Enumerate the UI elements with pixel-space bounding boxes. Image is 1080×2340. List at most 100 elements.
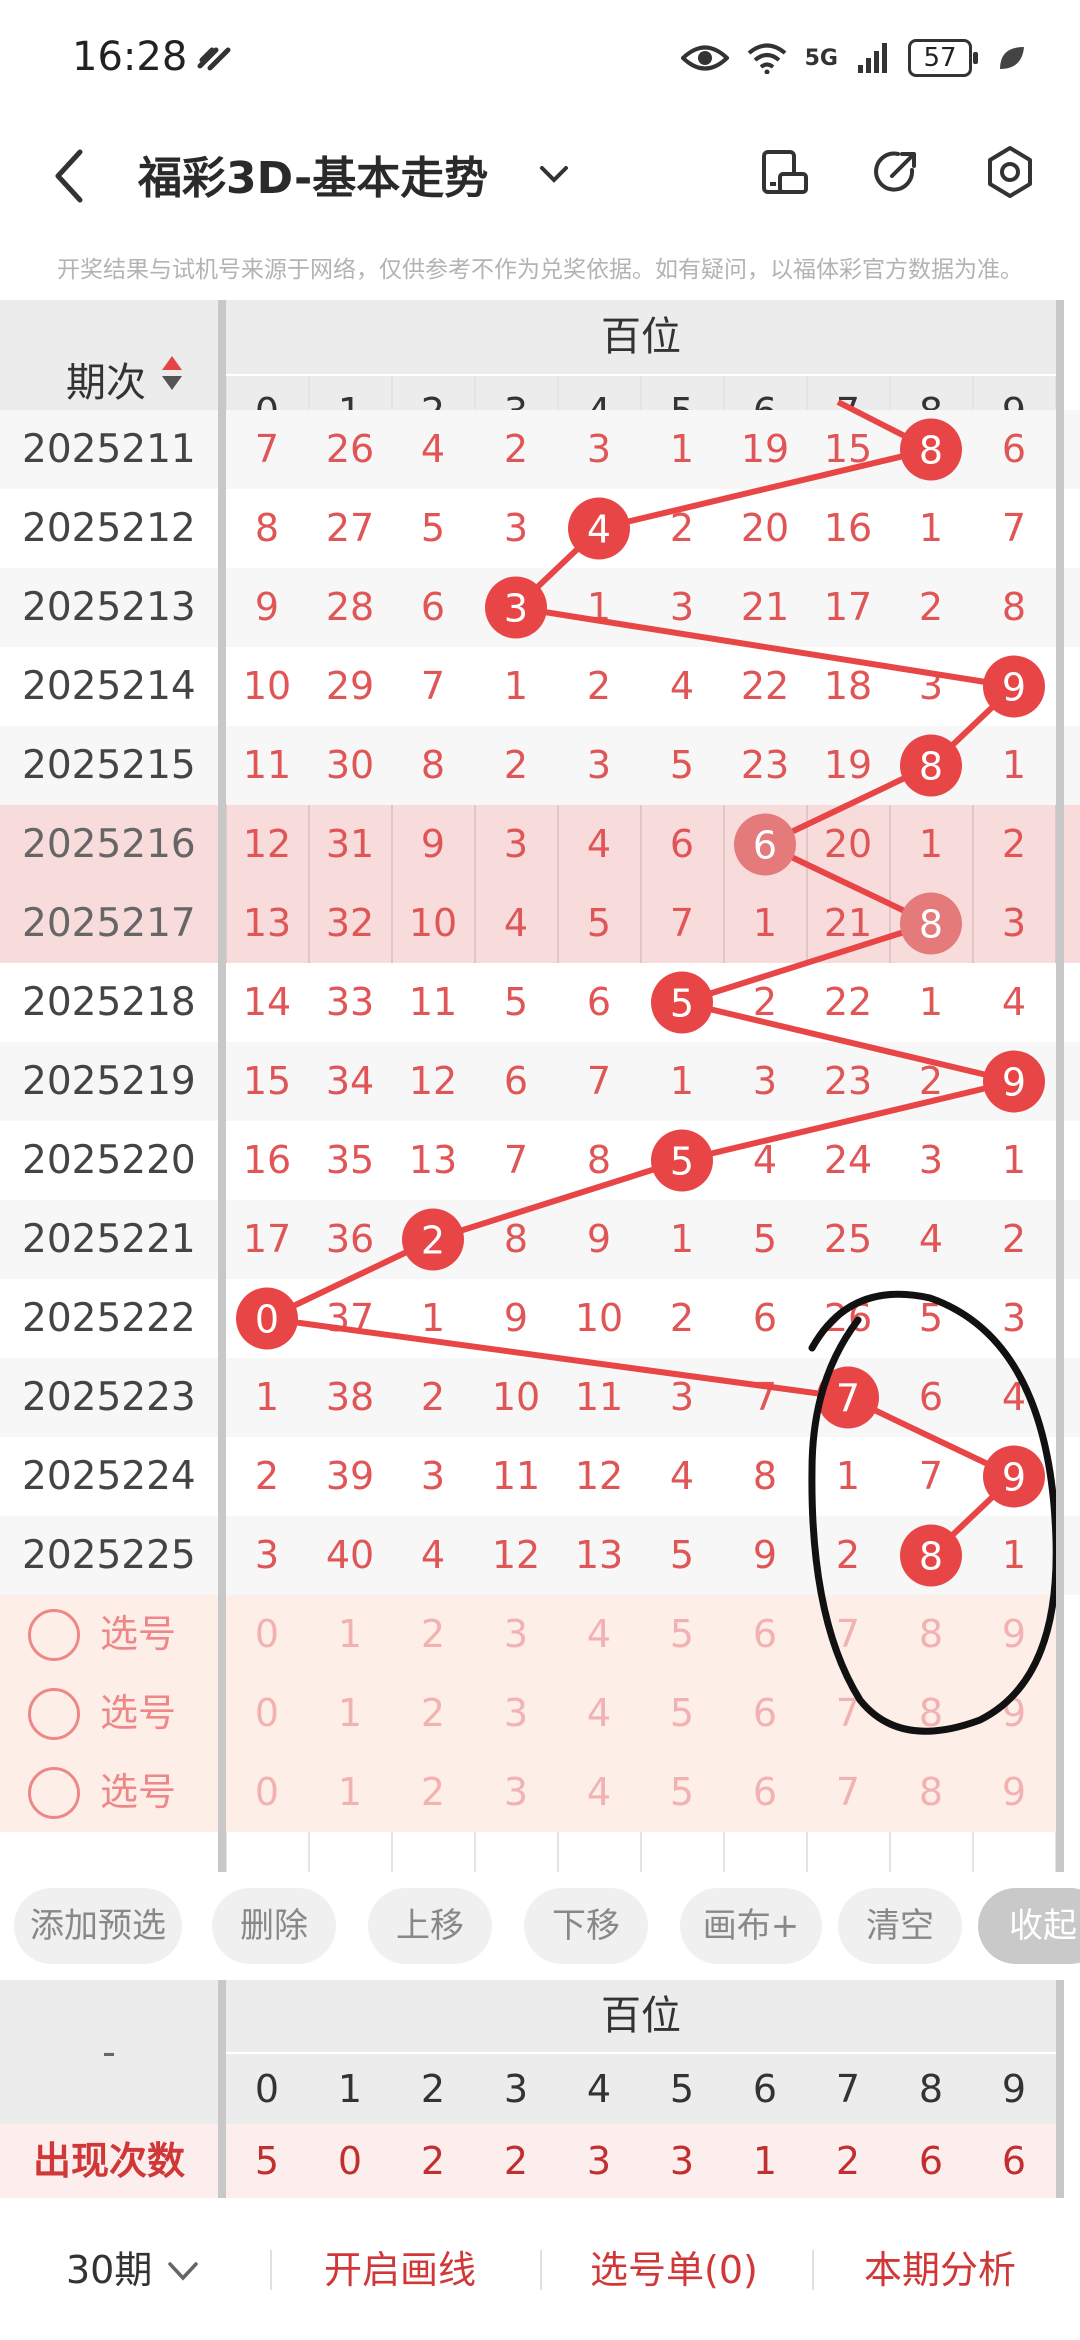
omission-cell: 27 [325,506,375,550]
pick-digit-2[interactable]: 2 [392,1674,474,1753]
stats-digit-8: 8 [918,2067,944,2111]
omission-cell: 7 [752,1375,778,1419]
table-row[interactable]: 20252139286313211728 [0,568,1080,647]
stats-digit-header-row: 0 1 2 3 4 5 6 7 8 9 [226,2054,1056,2124]
pick-digit-4[interactable]: 4 [558,1753,640,1832]
pick-digit-8[interactable]: 8 [890,1753,972,1832]
pick-digit-0[interactable]: 0 [226,1674,308,1753]
pick-digit-4[interactable]: 4 [558,1595,640,1674]
omission-cell: 15 [242,1059,292,1103]
omission-cell: 1 [918,980,944,1024]
omission-cell: 9 [420,822,446,866]
pick-digit-9[interactable]: 9 [973,1674,1055,1753]
omission-cell: 11 [574,1375,624,1419]
collapse-button[interactable]: 收起 [978,1888,1080,1964]
stats-digit-5: 5 [669,2067,695,2111]
pick-digit-1[interactable]: 1 [309,1595,391,1674]
pick-label: 选号 [100,1612,177,1656]
hundreds-section-header: 百位 [226,300,1056,374]
pick-digit-6[interactable]: 6 [724,1595,806,1674]
clear-button[interactable]: 清空 [838,1888,962,1964]
pick-digit-0[interactable]: 0 [226,1595,308,1674]
pick-digit-1[interactable]: 1 [309,1674,391,1753]
table-row[interactable]: 202521814331156522214 [0,963,1080,1042]
pick-list-button[interactable]: 选号单(0) [590,2200,758,2340]
add-preset-button[interactable]: 添加预选 [14,1888,182,1964]
period-analysis-button[interactable]: 本期分析 [864,2200,1016,2340]
table-row[interactable]: 2025211 7 26 4 2 3 1 19 15 86 [0,410,1080,489]
pick-digit-3[interactable]: 3 [475,1595,557,1674]
omission-cell: 1 [420,1296,446,1340]
table-row[interactable]: 2025212 8 27 5 342 20 16 1 7 [0,489,1080,568]
omission-cell: 5 [586,901,612,945]
pick-digit-9[interactable]: 9 [973,1595,1055,1674]
table-row[interactable]: 2025220 16 35 13 7 854 24 3 1 [0,1121,1080,1200]
pick-row[interactable]: 选号 0 1 2 3 4 5 6 7 8 9 [0,1595,1056,1674]
table-row[interactable]: 2025219 15 34 12 6 7 1 3 23 29 [0,1042,1080,1121]
table-row[interactable]: 20252220371910262653 [0,1279,1080,1358]
table-row[interactable]: 2025217 13 32 10 4 5 7 1 21 83 [0,884,1080,963]
pick-digit-6[interactable]: 6 [724,1674,806,1753]
canvas-plus-button[interactable]: 画布+ [680,1888,822,1964]
chevron-down-icon[interactable] [166,2258,200,2284]
pick-digit-7[interactable]: 7 [807,1753,889,1832]
pick-radio-icon[interactable] [28,1767,80,1819]
pick-digit-3[interactable]: 3 [475,1753,557,1832]
pick-digit-8[interactable]: 8 [890,1674,972,1753]
period-number: 2025213 [22,585,196,630]
omission-cell: 7 [503,1138,529,1182]
table-row[interactable]: 2025225 3 40 4 12 13 5 9 281 [0,1516,1080,1595]
pick-digit-2[interactable]: 2 [392,1595,474,1674]
page-title[interactable]: 福彩3D-基本走势 [138,142,488,206]
table-row[interactable]: 20252161231934662012 [0,805,1080,884]
pick-row[interactable]: 选号 0 1 2 3 4 5 6 7 8 9 [0,1753,1056,1832]
pick-digit-5[interactable]: 5 [641,1595,723,1674]
omission-cell: 3 [503,506,529,550]
omission-cell: 2 [503,743,529,787]
omission-cell: 4 [752,1138,778,1182]
draw-lines-button[interactable]: 开启画线 [324,2200,476,2340]
network-type: 5G [804,45,838,71]
pick-digit-9[interactable]: 9 [973,1753,1055,1832]
share-icon[interactable] [868,144,924,200]
table-row[interactable]: 20252211736289152542 [0,1200,1080,1279]
table-row[interactable]: 2025224 2 39 3 11 12 4 8 1 79 [0,1437,1080,1516]
table-row[interactable]: 202521511308235231981 [0,726,1080,805]
hit-cell: 8 [890,410,972,489]
table-row[interactable]: 2025214 10 29 7 1 2 4 22 18 39 [0,647,1080,726]
omission-cell: 3 [420,1454,446,1498]
omission-cell: 8 [752,1454,778,1498]
pick-digit-5[interactable]: 5 [641,1753,723,1832]
omission-cell: 35 [325,1138,375,1182]
move-down-button[interactable]: 下移 [524,1888,648,1964]
hit-cell: 9 [973,647,1055,726]
pick-digit-4[interactable]: 4 [558,1674,640,1753]
omission-cell: 23 [740,743,790,787]
period-count-selector[interactable]: 30期 [66,2200,152,2340]
pick-digit-5[interactable]: 5 [641,1674,723,1753]
screen-rotate-icon[interactable] [756,144,812,200]
pick-digit-0[interactable]: 0 [226,1753,308,1832]
pick-radio-icon[interactable] [28,1609,80,1661]
pick-digit-3[interactable]: 3 [475,1674,557,1753]
settings-hexagon-icon[interactable] [982,144,1038,200]
pick-digit-7[interactable]: 7 [807,1595,889,1674]
period-number: 2025216 [22,822,196,867]
move-up-button[interactable]: 上移 [368,1888,492,1964]
pick-digit-6[interactable]: 6 [724,1753,806,1832]
divider [270,2250,272,2290]
pick-digit-1[interactable]: 1 [309,1753,391,1832]
sort-asc-icon [162,356,182,370]
pick-row[interactable]: 选号 0 1 2 3 4 5 6 7 8 9 [0,1674,1056,1753]
delete-button[interactable]: 删除 [212,1888,336,1964]
pick-digit-7[interactable]: 7 [807,1674,889,1753]
pick-radio-icon[interactable] [28,1688,80,1740]
back-arrow-icon[interactable] [48,146,92,206]
pick-digit-2[interactable]: 2 [392,1753,474,1832]
omission-cell: 1 [835,1454,861,1498]
occurrence-count-row: 5 0 2 2 3 3 1 2 6 6 [226,2124,1056,2198]
chevron-down-icon[interactable] [536,156,572,192]
period-number: 2025222 [22,1296,196,1341]
pick-digit-8[interactable]: 8 [890,1595,972,1674]
table-row[interactable]: 20252231382101137764 [0,1358,1080,1437]
